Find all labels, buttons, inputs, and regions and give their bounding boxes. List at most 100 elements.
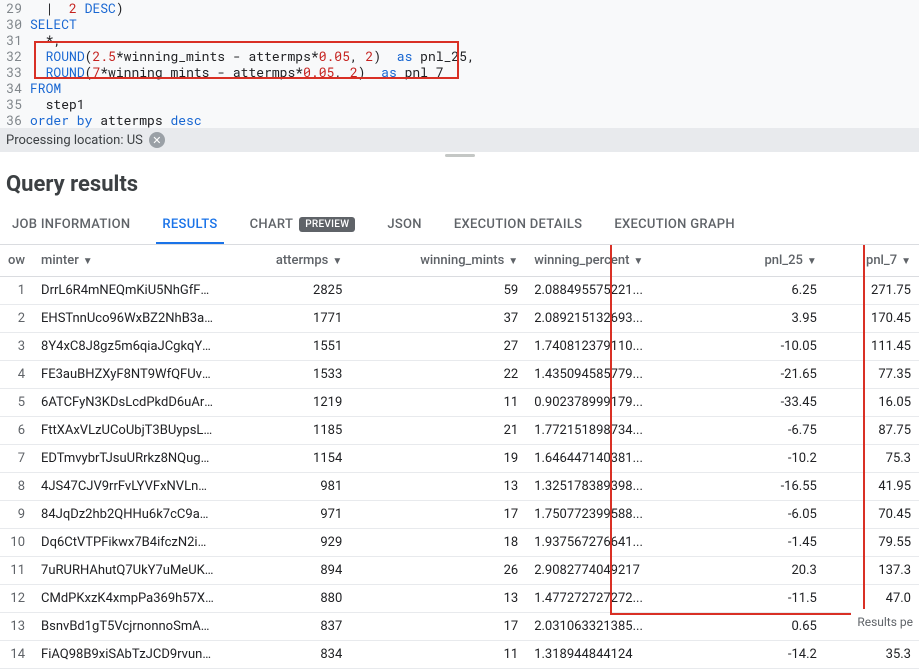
code-line[interactable]: 31 *, [0,32,919,48]
table-row[interactable]: 4FE3auBHZXyF8NT9WfQFUv6Q...1533221.43509… [0,361,919,389]
cell: 12 [0,585,33,613]
cell: 1185 [223,417,350,445]
tab-results[interactable]: RESULTS [156,207,223,244]
cell: 37 [350,305,526,333]
table-row[interactable]: 7EDTmvybrTJsuURrkz8NQugGe...1154191.6464… [0,445,919,473]
cell: 11 [0,557,33,585]
footer-pagination: Results pe [851,609,919,635]
table-row[interactable]: 12CMdPKxzK4xmpPa369h57XKv...880131.47727… [0,585,919,613]
cell: 8Y4xC8J8gz5m6qiaJCgkqYRZ... [33,333,223,361]
close-icon[interactable]: ✕ [149,132,165,148]
table-row[interactable]: 6FttXAxVLzUCoUbjT3BUypsLev...1185211.772… [0,417,919,445]
cell: 70.45 [825,501,919,529]
code-line[interactable]: 30SELECT [0,16,919,32]
tab-job-information[interactable]: JOB INFORMATION [6,207,136,244]
cell: 971 [223,501,350,529]
column-header-ow[interactable]: ow [0,245,33,277]
code-content[interactable]: *, [30,32,919,48]
cell: 84JqDz2hb2QHHu6k7cC9ankx... [33,501,223,529]
cell: 21 [350,417,526,445]
cell: 894 [223,557,350,585]
cell: 19 [350,445,526,473]
cell: 2.088495575221... [526,277,719,305]
cell: BsnvBd1gT5VcjrnonnoSmAnxi... [33,613,223,641]
cell: 11 [350,641,526,669]
table-row[interactable]: 10Dq6CtVTPFikwx7B4ifczN2iG7...929181.937… [0,529,919,557]
cell: 1 [0,277,33,305]
column-label: ow [8,253,25,268]
tab-label: EXECUTION GRAPH [614,217,735,232]
cell: 59 [350,277,526,305]
results-table-wrap[interactable]: ow minter▼attermps▼winning_mints▼winning_… [0,245,919,669]
cell: 271.75 [825,277,919,305]
cell: 1.750772399588... [526,501,719,529]
code-line[interactable]: 32 ROUND(2.5*winning_mints - attermps*0.… [0,48,919,64]
cell: 137.3 [825,557,919,585]
column-header-attermps[interactable]: attermps▼ [223,245,350,277]
cell: -10.05 [719,333,825,361]
column-header-winning_percent[interactable]: winning_percent▼ [526,245,719,277]
results-tabs: JOB INFORMATION RESULTS CHART PREVIEW JSON EX… [0,207,919,245]
column-header-pnl_25[interactable]: pnl_25▼ [719,245,825,277]
table-row[interactable]: 984JqDz2hb2QHHu6k7cC9ankx...971171.75077… [0,501,919,529]
tab-execution-details[interactable]: EXECUTION DETAILS [448,207,588,244]
sort-arrow-icon[interactable]: ▼ [901,256,911,267]
cell: -11.5 [719,585,825,613]
sort-arrow-icon[interactable]: ▼ [633,256,643,267]
column-header-minter[interactable]: minter▼ [33,245,223,277]
cell: -14.2 [719,641,825,669]
code-line[interactable]: 34FROM [0,80,919,96]
sort-arrow-icon[interactable]: ▼ [332,256,342,267]
cell: 834 [223,641,350,669]
cell: CMdPKxzK4xmpPa369h57XKv... [33,585,223,613]
table-row[interactable]: 38Y4xC8J8gz5m6qiaJCgkqYRZ...1551271.7408… [0,333,919,361]
sql-editor[interactable]: 29 | 2 DESC)30SELECT31 *,32 ROUND(2.5*wi… [0,0,919,128]
code-content[interactable]: ROUND(7*winning_mints - attermps*0.05, 2… [30,64,919,80]
cell: 170.45 [825,305,919,333]
code-line[interactable]: 35 step1 [0,96,919,112]
cell: 981 [223,473,350,501]
cell: 0.902378999179... [526,389,719,417]
sort-arrow-icon[interactable]: ▼ [807,256,817,267]
cell: 10 [0,529,33,557]
column-header-winning_mints[interactable]: winning_mints▼ [350,245,526,277]
tab-execution-graph[interactable]: EXECUTION GRAPH [608,207,741,244]
tab-json[interactable]: JSON [381,207,427,244]
table-row[interactable]: 56ATCFyN3KDsLcdPkdD6uArnu...1219110.9023… [0,389,919,417]
cell: 6ATCFyN3KDsLcdPkdD6uArnu... [33,389,223,417]
code-line[interactable]: 29 | 2 DESC) [0,0,919,16]
code-content[interactable]: SELECT [30,16,919,32]
cell: 1551 [223,333,350,361]
code-content[interactable]: | 2 DESC) [30,0,919,16]
cell: 4JS47CJV9rrFvLYVFxNVLnWN... [33,473,223,501]
table-row[interactable]: 2EHSTnnUco96WxBZ2NhB3aaC...1771372.08921… [0,305,919,333]
processing-location-bar: Processing location: US ✕ [0,128,919,152]
table-row[interactable]: 14FiAQ98B9xiSAbTzJCD9rvun2G834111.318944… [0,641,919,669]
sort-arrow-icon[interactable]: ▼ [508,256,518,267]
cell: 929 [223,529,350,557]
table-row[interactable]: 84JS47CJV9rrFvLYVFxNVLnWN...981131.32517… [0,473,919,501]
cell: -16.55 [719,473,825,501]
column-header-pnl_7[interactable]: pnl_7▼ [825,245,919,277]
code-content[interactable]: step1 [30,96,919,112]
cell: 1.772151898734... [526,417,719,445]
code-content[interactable]: ROUND(2.5*winning_mints - attermps*0.05,… [30,48,919,64]
cell: 2825 [223,277,350,305]
cell: 111.45 [825,333,919,361]
sort-arrow-icon[interactable]: ▼ [83,256,93,267]
table-row[interactable]: 13BsnvBd1gT5VcjrnonnoSmAnxi...837172.031… [0,613,919,641]
code-line[interactable]: 36order by attermps desc [0,112,919,128]
tab-chart[interactable]: CHART PREVIEW [244,207,362,244]
code-content[interactable]: FROM [30,80,919,96]
preview-badge: PREVIEW [299,217,355,232]
line-number: 35 [0,96,30,112]
table-row[interactable]: 117uRURHAhutQ7UkY7uMeUKJs...894262.90827… [0,557,919,585]
cell: 1.435094585779... [526,361,719,389]
tab-label: CHART [250,217,294,232]
code-content[interactable]: order by attermps desc [30,112,919,128]
cell: 5 [0,389,33,417]
code-line[interactable]: 33 ROUND(7*winning_mints - attermps*0.05… [0,64,919,80]
cell: 1219 [223,389,350,417]
table-row[interactable]: 1DrrL6R4mNEQmKiU5NhGfFCC...2825592.08849… [0,277,919,305]
cell: 17 [350,613,526,641]
